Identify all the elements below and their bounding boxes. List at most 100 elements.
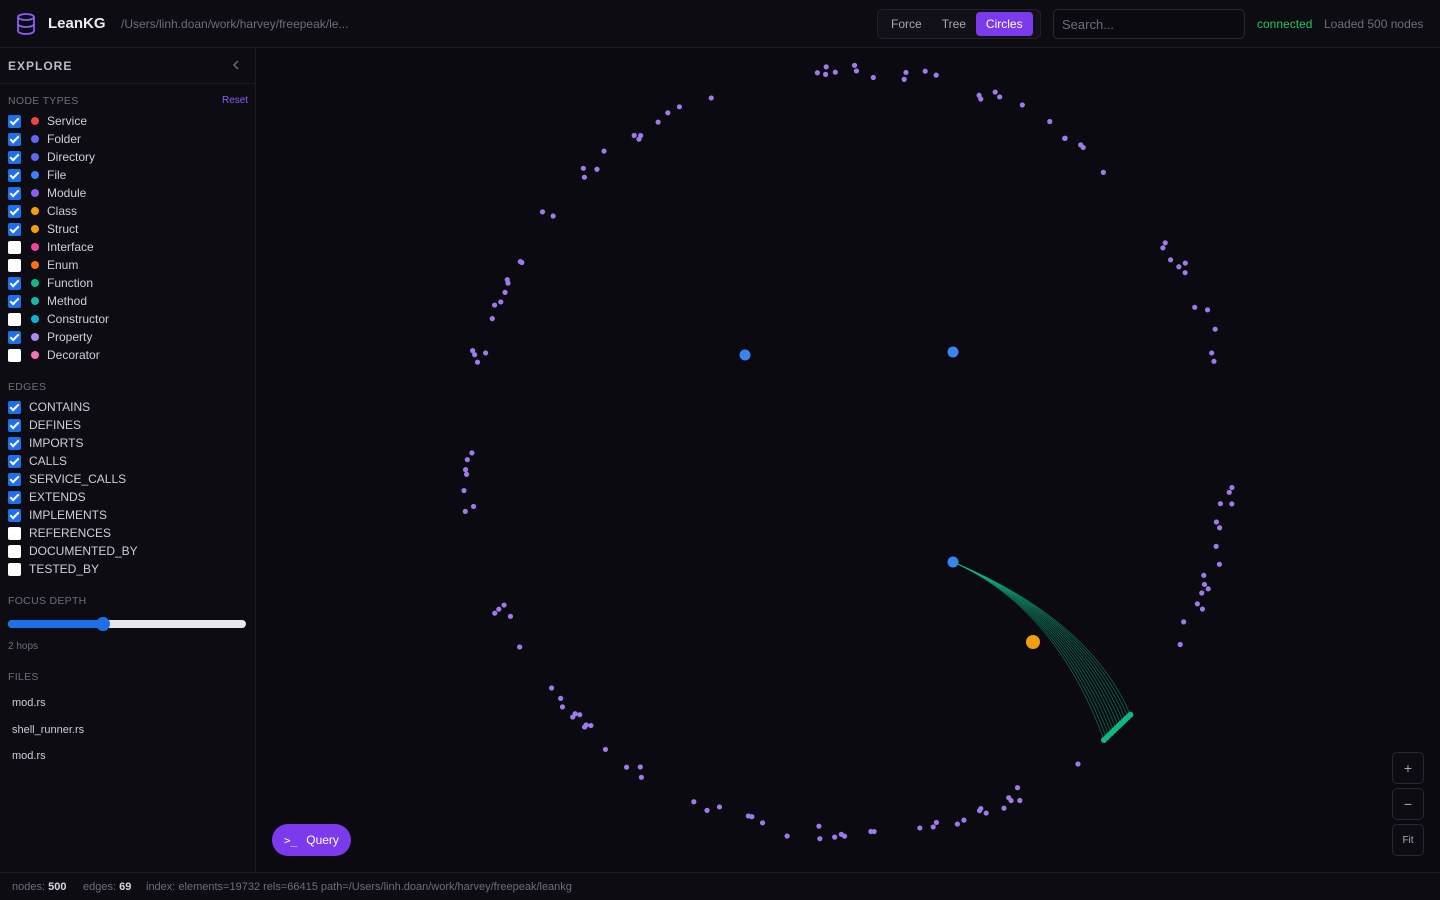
checkbox[interactable] bbox=[8, 186, 21, 200]
edge-type-references[interactable]: REFERENCES bbox=[8, 524, 111, 542]
zoom-in-button[interactable]: + bbox=[1392, 752, 1424, 784]
checkbox[interactable] bbox=[8, 330, 21, 344]
module-node[interactable] bbox=[577, 712, 583, 718]
checkbox[interactable] bbox=[8, 454, 21, 468]
module-node[interactable] bbox=[588, 722, 594, 729]
module-node[interactable] bbox=[1199, 606, 1206, 612]
module-node[interactable] bbox=[983, 810, 989, 816]
checkbox[interactable] bbox=[8, 544, 21, 558]
edge-type-imports[interactable]: IMPORTS bbox=[8, 434, 83, 452]
module-node[interactable] bbox=[870, 74, 876, 81]
module-node[interactable] bbox=[602, 746, 609, 753]
module-node[interactable] bbox=[631, 132, 637, 139]
module-node[interactable] bbox=[832, 69, 838, 75]
module-node[interactable] bbox=[492, 610, 498, 616]
module-node[interactable] bbox=[841, 833, 848, 839]
module-node[interactable] bbox=[517, 259, 523, 265]
checkbox[interactable] bbox=[8, 132, 21, 146]
module-node[interactable] bbox=[1201, 581, 1208, 588]
module-node[interactable] bbox=[1209, 350, 1215, 356]
module-node[interactable] bbox=[853, 68, 860, 74]
node-type-module[interactable]: Module bbox=[8, 184, 86, 202]
module-node[interactable] bbox=[1006, 795, 1012, 801]
module-node[interactable] bbox=[922, 68, 928, 74]
node-type-method[interactable]: Method bbox=[8, 292, 87, 310]
module-node[interactable] bbox=[464, 457, 470, 463]
module-node[interactable] bbox=[517, 644, 523, 650]
module-node[interactable] bbox=[462, 467, 469, 473]
checkbox[interactable] bbox=[8, 276, 21, 290]
module-node[interactable] bbox=[1162, 240, 1168, 246]
checkbox[interactable] bbox=[8, 150, 21, 164]
module-node[interactable] bbox=[933, 819, 939, 826]
module-node[interactable] bbox=[505, 280, 511, 286]
checkbox[interactable] bbox=[8, 222, 21, 236]
checkbox[interactable] bbox=[8, 562, 21, 576]
module-node[interactable] bbox=[1226, 489, 1232, 495]
module-node[interactable] bbox=[638, 774, 644, 780]
module-node[interactable] bbox=[469, 450, 475, 456]
module-node[interactable] bbox=[1217, 525, 1223, 531]
module-node[interactable] bbox=[1182, 270, 1188, 276]
edge-type-documented_by[interactable]: DOCUMENTED_BY bbox=[8, 542, 138, 560]
module-node[interactable] bbox=[472, 352, 478, 358]
module-node[interactable] bbox=[691, 799, 697, 805]
node-type-interface[interactable]: Interface bbox=[8, 238, 94, 256]
chevron-left-icon[interactable] bbox=[229, 58, 243, 72]
module-node[interactable] bbox=[1176, 264, 1182, 270]
file-node[interactable] bbox=[947, 346, 959, 358]
module-node[interactable] bbox=[498, 299, 504, 305]
module-node[interactable] bbox=[581, 174, 588, 180]
module-node[interactable] bbox=[1217, 501, 1223, 507]
module-node[interactable] bbox=[901, 76, 907, 82]
module-node[interactable] bbox=[1229, 501, 1235, 507]
file-item[interactable]: mod.rs bbox=[12, 750, 46, 762]
checkbox[interactable] bbox=[8, 204, 21, 218]
module-node[interactable] bbox=[463, 471, 470, 477]
checkbox[interactable] bbox=[8, 258, 21, 272]
checkbox[interactable] bbox=[8, 400, 21, 414]
module-node[interactable] bbox=[903, 69, 909, 76]
edge-type-contains[interactable]: CONTAINS bbox=[8, 398, 90, 416]
module-node[interactable] bbox=[470, 503, 477, 510]
struct-node[interactable] bbox=[1026, 635, 1040, 649]
module-node[interactable] bbox=[1213, 519, 1220, 525]
search-input[interactable] bbox=[1053, 9, 1245, 39]
module-node[interactable] bbox=[1199, 590, 1205, 596]
module-node[interactable] bbox=[501, 602, 507, 608]
node-type-property[interactable]: Property bbox=[8, 328, 92, 346]
module-node[interactable] bbox=[1213, 543, 1219, 549]
node-type-enum[interactable]: Enum bbox=[8, 256, 78, 274]
node-type-struct[interactable]: Struct bbox=[8, 220, 78, 238]
module-node[interactable] bbox=[492, 302, 498, 308]
module-node[interactable] bbox=[814, 70, 820, 76]
node-type-class[interactable]: Class bbox=[8, 202, 77, 220]
graph-canvas[interactable] bbox=[256, 48, 1440, 872]
module-node[interactable] bbox=[716, 804, 723, 810]
focus-depth-slider[interactable] bbox=[8, 617, 246, 631]
edge-type-implements[interactable]: IMPLEMENTS bbox=[8, 506, 107, 524]
module-node[interactable] bbox=[871, 828, 877, 835]
module-node[interactable] bbox=[759, 820, 766, 826]
module-node[interactable] bbox=[676, 104, 683, 110]
module-node[interactable] bbox=[978, 96, 984, 102]
query-button[interactable]: >_ Query bbox=[272, 824, 351, 856]
module-node[interactable] bbox=[1212, 326, 1218, 332]
checkbox[interactable] bbox=[8, 312, 21, 326]
file-node[interactable] bbox=[739, 349, 751, 361]
module-node[interactable] bbox=[1182, 260, 1188, 266]
module-node[interactable] bbox=[636, 136, 642, 142]
node-type-folder[interactable]: Folder bbox=[8, 130, 81, 148]
module-node[interactable] bbox=[961, 817, 967, 823]
module-node[interactable] bbox=[1019, 102, 1025, 108]
module-node[interactable] bbox=[822, 71, 829, 77]
tab-force[interactable]: Force bbox=[881, 12, 932, 36]
module-node[interactable] bbox=[548, 685, 555, 691]
module-node[interactable] bbox=[550, 213, 556, 219]
checkbox[interactable] bbox=[8, 168, 21, 182]
module-node[interactable] bbox=[1194, 601, 1200, 607]
reset-link[interactable]: Reset bbox=[222, 95, 248, 106]
module-node[interactable] bbox=[637, 764, 643, 770]
module-node[interactable] bbox=[583, 722, 589, 728]
module-node[interactable] bbox=[1062, 135, 1068, 141]
